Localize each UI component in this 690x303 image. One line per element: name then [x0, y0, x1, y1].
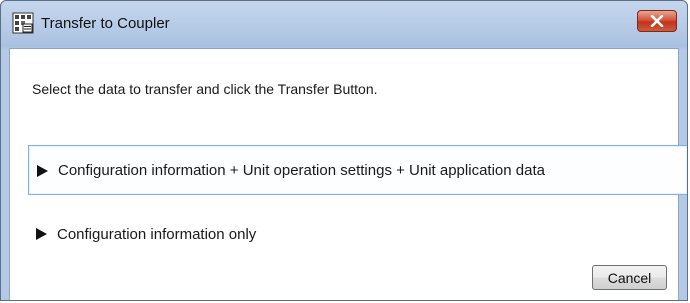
option-label: Configuration information + Unit operati… — [58, 162, 545, 179]
option-full-transfer[interactable]: Configuration information + Unit operati… — [28, 145, 687, 195]
close-icon — [650, 15, 664, 27]
grid-window-icon — [12, 12, 34, 34]
option-label: Configuration information only — [57, 226, 257, 243]
option-config-only[interactable]: Configuration information only — [28, 215, 687, 255]
window-title: Transfer to Coupler — [41, 15, 170, 32]
title-bar[interactable]: Transfer to Coupler — [1, 1, 687, 47]
close-button[interactable] — [637, 10, 677, 32]
expand-arrow-icon — [36, 228, 47, 240]
instruction-text: Select the data to transfer and click th… — [32, 81, 378, 97]
cancel-button[interactable]: Cancel — [592, 265, 667, 290]
expand-arrow-icon — [37, 165, 48, 177]
dialog-content: Select the data to transfer and click th… — [9, 48, 687, 300]
transfer-dialog-window: Transfer to Coupler Select the data to t… — [0, 0, 688, 301]
